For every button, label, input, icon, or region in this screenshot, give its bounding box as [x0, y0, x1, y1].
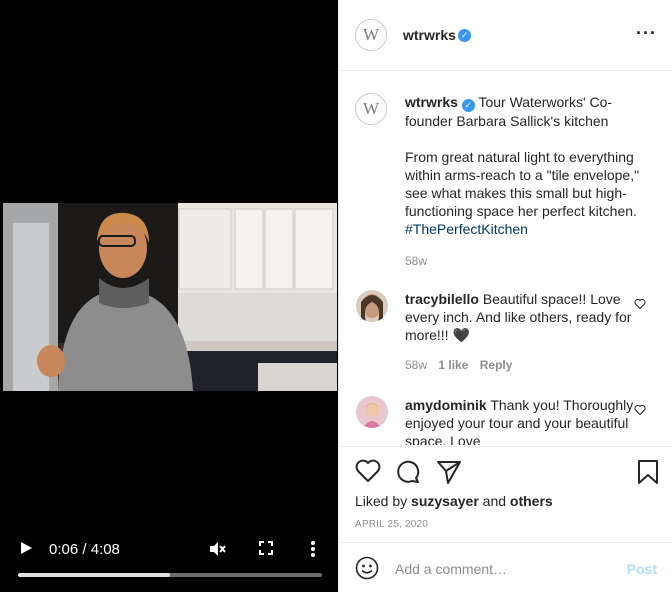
post-actions: Liked by suzysayer and others APRIL 25, …	[339, 446, 672, 542]
comment-bubble-icon[interactable]	[395, 459, 421, 488]
avatar[interactable]: W	[355, 19, 387, 51]
time-display: 0:06 / 4:08	[49, 541, 120, 558]
comment-clip: amydominik Thank you! Thoroughly enjoyed…	[339, 396, 672, 445]
post-header: W wtrwrks ✓ ···	[339, 0, 672, 71]
comment-input[interactable]: Add a comment…	[395, 561, 507, 577]
video-progress-fill	[18, 573, 170, 577]
comment-username[interactable]: amydominik	[405, 397, 487, 413]
caption: wtrwrks ✓ Tour Waterworks' Co-founder Ba…	[405, 93, 655, 270]
verified-badge-icon: ✓	[458, 29, 471, 42]
like-comment-heart-icon[interactable]	[634, 404, 646, 419]
liked-by-others[interactable]: others	[510, 493, 553, 509]
play-button[interactable]	[19, 541, 33, 558]
video-progress-bar[interactable]	[18, 573, 322, 577]
liked-by-username[interactable]: suzysayer	[411, 493, 479, 509]
caption-avatar[interactable]: W	[355, 93, 387, 125]
comment-likes[interactable]: 1 like	[438, 358, 468, 372]
emoji-icon[interactable]	[355, 556, 379, 583]
header-username[interactable]: wtrwrks	[403, 27, 456, 43]
save-bookmark-icon[interactable]	[637, 459, 659, 488]
comment: tracybilello Beautiful space!! Love ever…	[405, 290, 655, 374]
post-date: APRIL 25, 2020	[355, 519, 429, 530]
post-panel: W wtrwrks ✓ ··· W wtrwrks ✓ Tour Waterwo…	[338, 0, 672, 592]
mute-icon[interactable]	[208, 540, 226, 561]
avatar[interactable]	[356, 290, 388, 322]
video-player[interactable]: 0:06 / 4:08	[0, 0, 338, 592]
video-frame[interactable]	[3, 203, 337, 391]
hashtag-link[interactable]: #ThePerfectKitchen	[405, 220, 655, 238]
comment-age: 58w	[405, 358, 428, 372]
reply-button[interactable]: Reply	[480, 358, 513, 372]
comment-username[interactable]: tracybilello	[405, 291, 479, 307]
more-options-icon[interactable]	[310, 541, 316, 560]
like-heart-icon[interactable]	[355, 459, 381, 486]
more-options-icon[interactable]: ···	[636, 23, 657, 44]
comment-meta: 58w 1 like Reply	[405, 356, 655, 374]
add-comment-bar: Add a comment… Post	[339, 542, 672, 592]
like-comment-heart-icon[interactable]	[634, 298, 646, 313]
comment: amydominik Thank you! Thoroughly enjoyed…	[405, 396, 655, 445]
verified-badge-icon: ✓	[461, 99, 475, 112]
fullscreen-icon[interactable]	[259, 541, 273, 558]
caption-username[interactable]: wtrwrks	[405, 94, 458, 110]
likes-summary: Liked by suzysayer and others	[355, 493, 553, 509]
post-comment-button[interactable]: Post	[627, 561, 657, 577]
caption-age: 58w	[405, 254, 428, 268]
caption-body: From great natural light to everything w…	[405, 149, 640, 219]
share-plane-icon[interactable]	[436, 459, 462, 488]
